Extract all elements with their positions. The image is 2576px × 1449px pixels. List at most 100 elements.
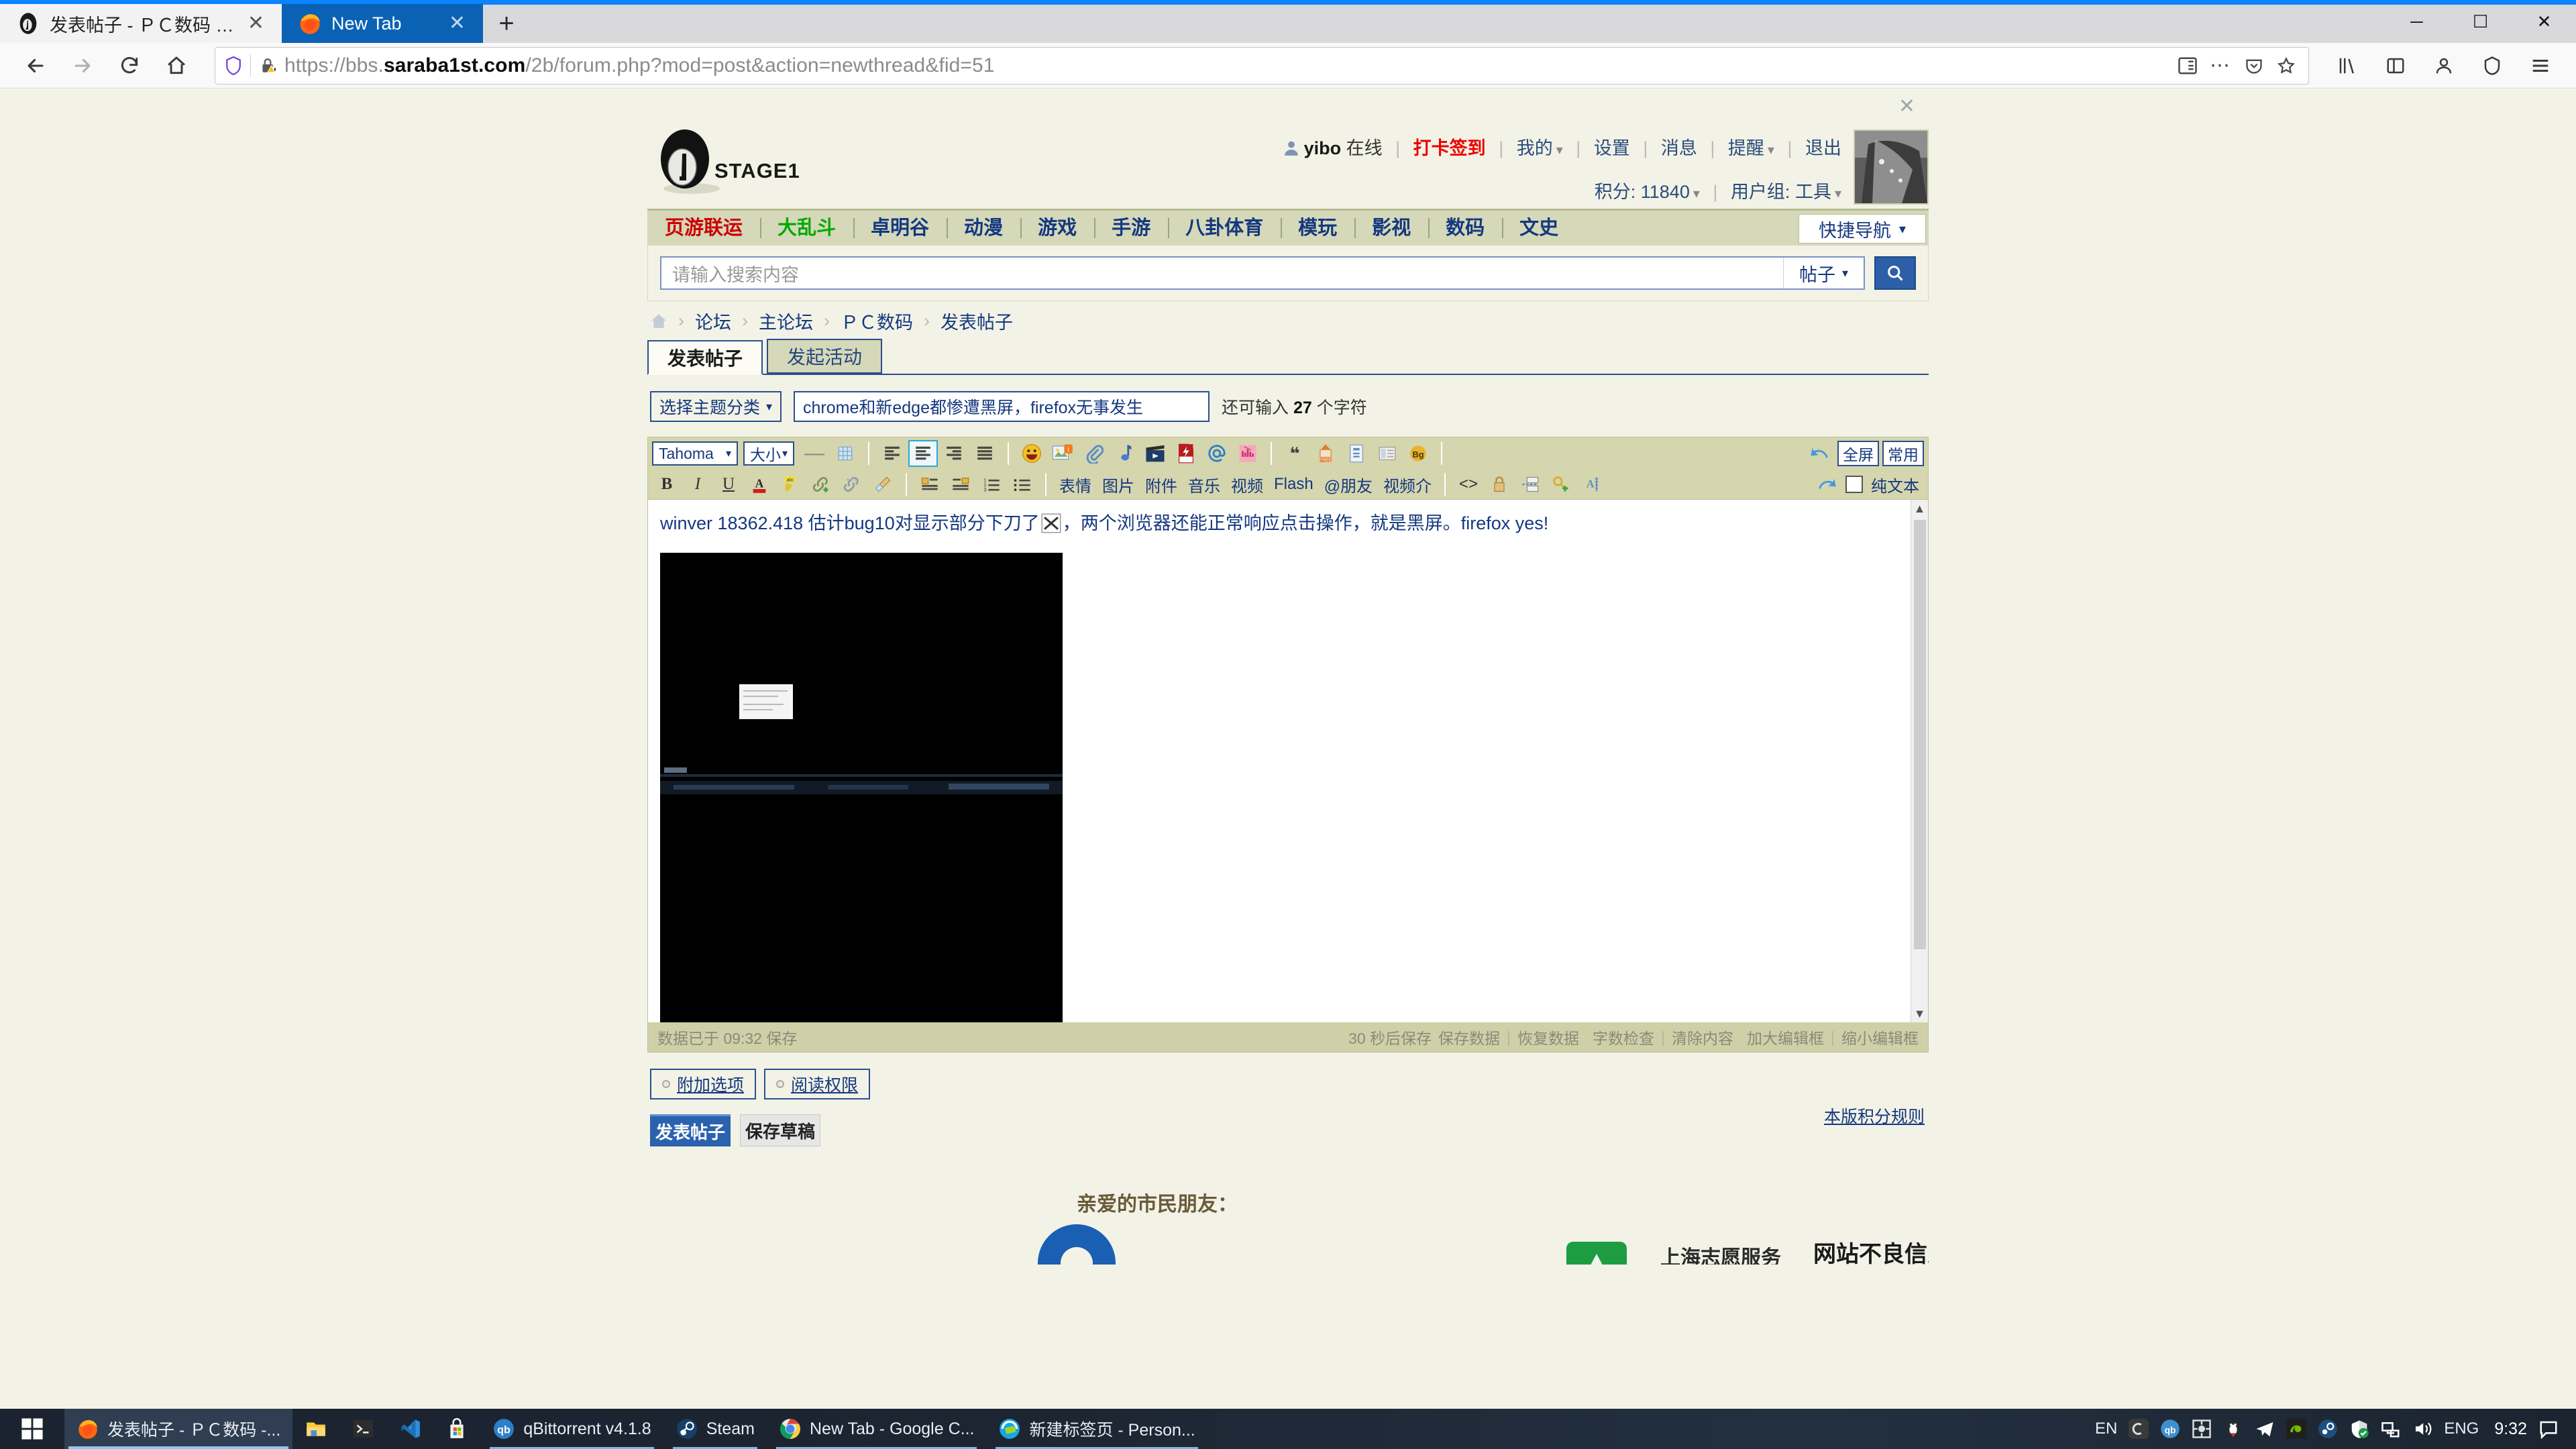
bookmark-star-icon[interactable]	[2276, 56, 2296, 75]
notices-link[interactable]: 提醒	[1728, 138, 1764, 158]
unlink-icon[interactable]	[837, 471, 867, 498]
maximize-button[interactable]: ☐	[2449, 0, 2512, 43]
qq-penguin-icon[interactable]	[2223, 1419, 2243, 1439]
submit-post-button[interactable]: 发表帖子	[650, 1114, 731, 1146]
chevron-down-icon[interactable]: ▾	[1693, 186, 1700, 201]
tab-new-activity[interactable]: 发起活动	[767, 339, 883, 374]
lock-icon[interactable]	[1485, 471, 1514, 498]
browser-tab-1[interactable]: New Tab ✕	[282, 4, 483, 43]
editor-body[interactable]: winver 18362.418 估计bug10对显示部分下刀了 ，两个浏览器还能…	[648, 499, 1928, 1022]
nav-item-4[interactable]: 游戏	[1020, 210, 1094, 246]
undo-icon[interactable]	[1805, 440, 1834, 467]
remove-format-icon[interactable]: —	[800, 440, 829, 467]
taskbar-item-firefox[interactable]: 发表帖子 - ＰＣ数码 -...	[64, 1409, 293, 1449]
taskbar-item-chrome[interactable]: New Tab - Google C...	[767, 1409, 986, 1449]
user-group-label[interactable]: 用户组: 工具	[1731, 182, 1831, 202]
shield-tracking-icon[interactable]	[2471, 45, 2513, 87]
read-permission-button[interactable]: 阅读权限	[764, 1069, 871, 1099]
nav-item-10[interactable]: 文史	[1502, 210, 1576, 246]
pocket-icon[interactable]	[2244, 56, 2264, 75]
sign-in-link[interactable]: 打卡签到	[1413, 138, 1486, 158]
forward-icon[interactable]	[62, 45, 103, 87]
word-count-link[interactable]: 字数检查	[1593, 1026, 1654, 1049]
home-icon[interactable]	[156, 45, 197, 87]
editor-content[interactable]: winver 18362.418 估计bug10对显示部分下刀了 ，两个浏览器还能…	[648, 500, 1911, 1022]
nav-item-8[interactable]: 影视	[1354, 210, 1428, 246]
search-field-group[interactable]: 请输入搜索内容 帖子 ▾	[660, 256, 1865, 290]
subject-input[interactable]: chrome和新edge都惨遭黑屏，firefox无事发生	[794, 391, 1210, 422]
volume-icon[interactable]	[2412, 1419, 2432, 1439]
breadcrumb-item-3[interactable]: 发表帖子	[941, 308, 1013, 334]
align-left-icon[interactable]	[877, 440, 907, 467]
align-right-icon[interactable]	[939, 440, 969, 467]
points-label[interactable]: 积分: 11840	[1595, 182, 1690, 202]
save-draft-button[interactable]: 保存草稿	[740, 1114, 820, 1146]
page-break-icon[interactable]	[1515, 471, 1545, 498]
font-color-icon[interactable]: A	[745, 471, 774, 498]
smiley-icon[interactable]	[1017, 440, 1046, 467]
toolbar-label-at-friend[interactable]: @朋友	[1320, 473, 1377, 496]
link-icon[interactable]	[806, 471, 836, 498]
account-icon[interactable]	[2423, 45, 2465, 87]
toolbar-label-smiley[interactable]: 表情	[1055, 473, 1096, 496]
quote-icon[interactable]: ❝	[1280, 440, 1309, 467]
unordered-list-icon[interactable]	[1008, 471, 1037, 498]
tab-new-thread[interactable]: 发表帖子	[647, 340, 763, 375]
nav-item-5[interactable]: 手游	[1094, 210, 1168, 246]
settings-link[interactable]: 设置	[1594, 138, 1630, 158]
underline-icon[interactable]: U	[714, 471, 743, 498]
video-intro-icon[interactable]	[1233, 440, 1263, 467]
forum-rules-link[interactable]: 本版积分规则	[1824, 1104, 1925, 1128]
browser-tab-0[interactable]: 发表帖子 - ＰＣ数码 - Stage1st ✕	[0, 4, 282, 43]
windows-start-icon[interactable]	[0, 1409, 64, 1449]
taskbar-item-microsoft-store[interactable]	[433, 1409, 480, 1449]
clock[interactable]: 9:32	[2494, 1419, 2527, 1439]
defender-shield-icon[interactable]	[2349, 1419, 2369, 1439]
code-block-icon[interactable]	[1373, 440, 1402, 467]
site-logo[interactable]: STAGE1	[653, 129, 820, 197]
tab-close-icon[interactable]: ✕	[445, 13, 470, 34]
my-menu-link[interactable]: 我的	[1517, 138, 1553, 158]
redo-icon[interactable]	[1813, 471, 1842, 498]
taskbar-item-vscode[interactable]	[386, 1409, 433, 1449]
quick-nav-button[interactable]: 快捷导航 ▾	[1799, 214, 1926, 244]
chevron-down-icon[interactable]: ▾	[1768, 143, 1774, 158]
reload-icon[interactable]	[109, 45, 150, 87]
taskbar-item-steam[interactable]: Steam	[663, 1409, 767, 1449]
username[interactable]: yibo	[1304, 138, 1342, 158]
breadcrumb-item-2[interactable]: ＰＣ数码	[841, 308, 913, 334]
scroll-up-icon[interactable]: ▲	[1914, 500, 1926, 517]
black-screen-screenshot[interactable]	[660, 553, 1063, 1022]
toolbar-label-image[interactable]: 图片	[1097, 473, 1139, 496]
close-button[interactable]: ✕	[2512, 0, 2576, 43]
new-tab-button[interactable]: +	[483, 4, 530, 43]
shrink-editor-link[interactable]: 缩小编辑框	[1841, 1026, 1919, 1049]
bg-icon[interactable]: Bg	[1403, 440, 1433, 467]
bold-icon[interactable]: B	[652, 471, 682, 498]
url-bar[interactable]: https://bbs.saraba1st.com/2b/forum.php?m…	[215, 46, 2309, 85]
editor-scrollbar[interactable]: ▲ ▼	[1911, 500, 1928, 1022]
paste-icon[interactable]	[1342, 440, 1371, 467]
logitech-icon[interactable]	[2129, 1419, 2149, 1439]
font-size-select[interactable]: 大小 ▾	[743, 441, 794, 466]
brush-icon[interactable]	[868, 471, 898, 498]
nav-item-6[interactable]: 八卦体育	[1168, 210, 1281, 246]
spell-icon[interactable]: A	[1577, 471, 1607, 498]
taskbar-item-terminal[interactable]	[339, 1409, 386, 1449]
library-icon[interactable]	[2326, 45, 2368, 87]
align-justify-icon[interactable]	[970, 440, 1000, 467]
indent-icon[interactable]	[915, 471, 945, 498]
scroll-thumb[interactable]	[1913, 520, 1926, 949]
music-icon[interactable]	[1110, 440, 1139, 467]
clear-content-link[interactable]: 清除内容	[1672, 1026, 1733, 1049]
sidebar-icon[interactable]	[2375, 45, 2416, 87]
taskbar-item-360-browser[interactable]: 新建标签页 - Person...	[986, 1409, 1207, 1449]
taskbar-item-qbittorrent[interactable]: qb qBittorrent v4.1.8	[480, 1409, 663, 1449]
restore-data-link[interactable]: 恢复数据	[1517, 1026, 1579, 1049]
align-center-icon[interactable]	[908, 440, 938, 467]
breadcrumb-item-1[interactable]: 主论坛	[759, 308, 813, 334]
minimize-button[interactable]: ─	[2385, 0, 2449, 43]
outdent-icon[interactable]	[946, 471, 975, 498]
shield-icon[interactable]	[225, 56, 242, 76]
toolbar-label-flash[interactable]: Flash	[1269, 475, 1318, 494]
